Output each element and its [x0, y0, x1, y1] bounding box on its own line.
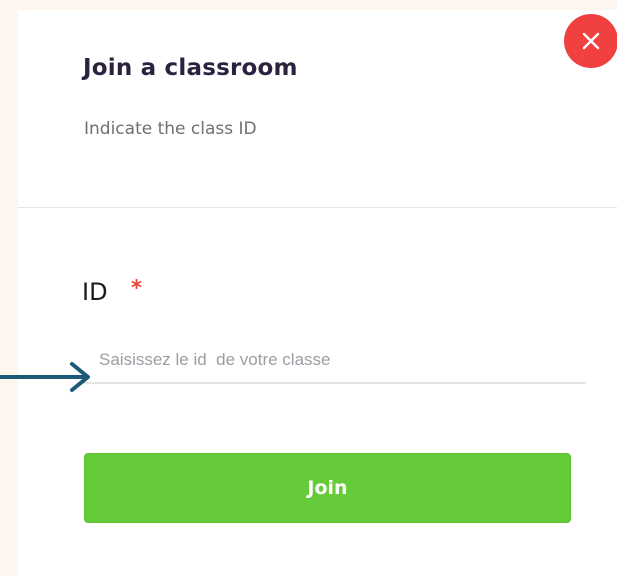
join-classroom-dialog: Join a classroom Indicate the class ID I… — [18, 10, 617, 576]
dialog-subtitle: Indicate the class ID — [84, 119, 257, 139]
dialog-header: Join a classroom Indicate the class ID — [18, 10, 617, 208]
close-button[interactable] — [564, 14, 617, 68]
class-id-input[interactable] — [84, 338, 586, 384]
close-icon — [582, 32, 600, 50]
id-field-label: ID — [82, 278, 108, 306]
join-button[interactable]: Join — [84, 453, 571, 523]
dialog-title: Join a classroom — [83, 55, 298, 81]
arrow-right-icon — [0, 362, 90, 392]
required-asterisk: * — [131, 276, 142, 300]
